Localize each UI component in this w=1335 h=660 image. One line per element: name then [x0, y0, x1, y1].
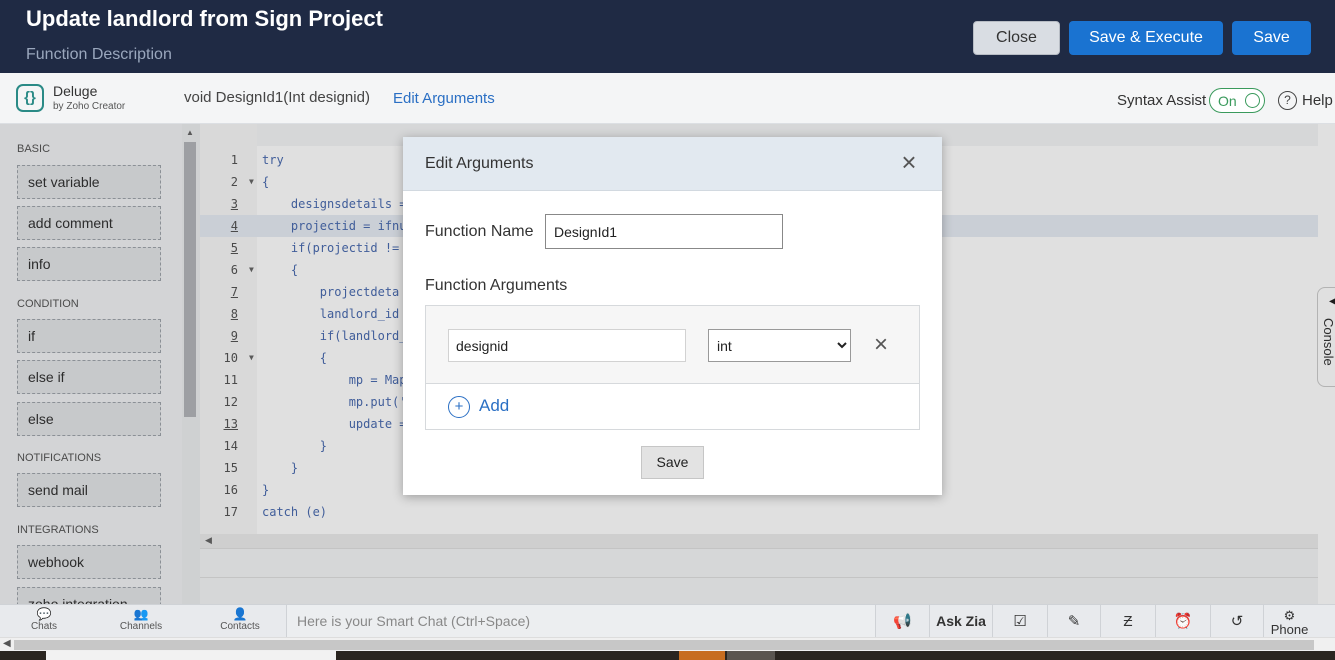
ask-zia-button[interactable]: Ask Zia [929, 605, 992, 638]
function-name-input[interactable] [545, 214, 783, 249]
save-and-execute-button[interactable]: Save & Execute [1069, 21, 1223, 55]
channels-tab[interactable]: 👥 Channels [118, 607, 164, 632]
taskbar-app[interactable] [727, 651, 775, 660]
alarm-icon[interactable]: ⏰ [1155, 605, 1210, 638]
argument-name-input[interactable] [448, 329, 686, 362]
dialog-save-button[interactable]: Save [641, 446, 704, 479]
zia-icon[interactable]: Ƶ [1100, 605, 1155, 638]
remove-argument-icon[interactable]: × [874, 333, 888, 357]
chats-icon: 💬 [36, 607, 52, 621]
history-icon[interactable]: ↺ [1210, 605, 1263, 638]
brand-name: Deluge [53, 83, 98, 99]
argument-type-select[interactable]: int [708, 329, 851, 362]
channels-label: Channels [119, 621, 163, 632]
chats-tab[interactable]: 💬 Chats [26, 607, 62, 632]
toggle-knob [1245, 93, 1260, 108]
help-icon[interactable]: ? [1278, 91, 1297, 110]
save-button[interactable]: Save [1232, 21, 1311, 55]
dialog-title: Edit Arguments [425, 155, 534, 172]
smart-chat-input[interactable]: Here is your Smart Chat (Ctrl+Space) [286, 605, 876, 638]
function-name-label: Function Name [425, 223, 534, 240]
contacts-icon: 👤 [232, 607, 248, 621]
contacts-label: Contacts [220, 621, 260, 632]
dialog-header: Edit Arguments × [403, 137, 942, 191]
window-horizontal-scrollbar[interactable]: ◀ [0, 637, 1335, 651]
close-icon[interactable]: × [897, 149, 921, 175]
bottom-bar: 💬 Chats 👥 Channels 👤 Contacts Here is yo… [0, 604, 1335, 638]
close-button[interactable]: Close [973, 21, 1060, 55]
help-link[interactable]: Help [1302, 92, 1333, 109]
chats-label: Chats [30, 621, 58, 632]
window-scroll-thumb[interactable] [14, 640, 1314, 650]
add-argument-button[interactable]: Add [479, 396, 509, 416]
phone-label: Phone [1270, 622, 1309, 637]
function-header: Update landlord from Sign Project Functi… [0, 0, 1335, 73]
taskbar-app-active[interactable] [679, 651, 725, 660]
notes-icon[interactable]: ✎ [1047, 605, 1100, 638]
add-argument-icon[interactable]: + [448, 396, 470, 418]
function-signature: void DesignId1(Int designid) [184, 89, 370, 106]
argument-row: int × [426, 306, 919, 384]
brand-subtitle: by Zoho Creator [53, 101, 126, 112]
window-scroll-left-icon[interactable]: ◀ [3, 638, 11, 649]
syntax-assist-label: Syntax Assist [1117, 92, 1207, 109]
activity-icon[interactable]: ☑ [992, 605, 1047, 638]
function-description[interactable]: Function Description [26, 46, 172, 64]
edit-arguments-link[interactable]: Edit Arguments [393, 90, 495, 107]
channels-icon: 👥 [133, 607, 149, 621]
editor-toolbar: {} Deluge by Zoho Creator void DesignId1… [0, 73, 1335, 124]
contacts-tab[interactable]: 👤 Contacts [218, 607, 262, 632]
toggle-state: On [1218, 93, 1237, 109]
announcement-icon[interactable]: 📢 [875, 605, 929, 638]
taskbar-search[interactable] [46, 651, 336, 660]
function-arguments-label: Function Arguments [425, 277, 568, 294]
phone-gear-icon: ⚙ [1283, 608, 1296, 623]
arguments-list: int × + Add [425, 305, 920, 430]
edit-arguments-dialog: Edit Arguments × Function Name Function … [403, 137, 942, 495]
function-title: Update landlord from Sign Project [26, 6, 383, 31]
syntax-assist-toggle[interactable]: On [1209, 88, 1265, 113]
phone-button[interactable]: ⚙ Phone [1263, 605, 1315, 638]
deluge-logo-icon: {} [16, 84, 44, 112]
